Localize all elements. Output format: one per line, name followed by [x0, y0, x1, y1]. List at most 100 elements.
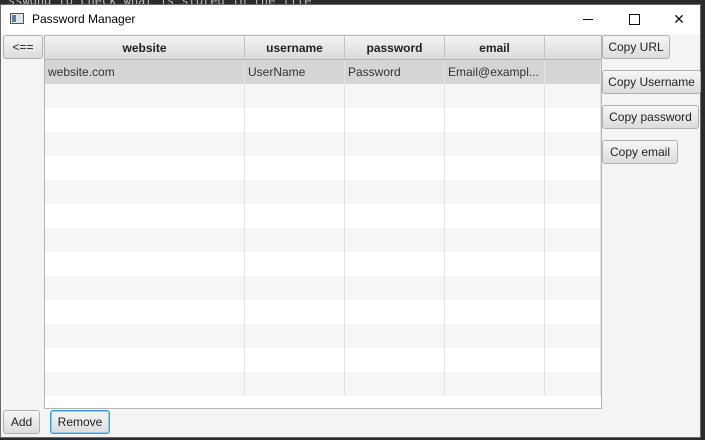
table-cell — [45, 156, 245, 180]
table-cell — [345, 348, 445, 372]
close-button[interactable]: ✕ — [656, 5, 702, 34]
table-row[interactable]: website.com UserName Password Email@exampl.… — [45, 60, 601, 84]
table-cell — [45, 84, 245, 108]
table-cell — [245, 156, 345, 180]
table-cell — [345, 372, 445, 396]
table-row[interactable] — [45, 108, 601, 132]
copy-username-button[interactable]: Copy Username — [602, 70, 701, 94]
table-cell — [245, 276, 345, 300]
table-cell — [345, 300, 445, 324]
table-cell — [545, 132, 601, 156]
table-row[interactable] — [45, 204, 601, 228]
table-cell — [245, 132, 345, 156]
table-cell — [545, 372, 601, 396]
table-cell — [345, 132, 445, 156]
back-button[interactable]: <== — [3, 35, 43, 59]
app-window-icon — [10, 13, 24, 24]
table-cell — [545, 180, 601, 204]
table-cell — [545, 324, 601, 348]
table-cell — [45, 372, 245, 396]
table-cell — [445, 372, 545, 396]
table-row[interactable] — [45, 228, 601, 252]
minimize-icon — [583, 19, 593, 20]
table-cell — [245, 204, 345, 228]
table-cell — [345, 180, 445, 204]
table-row[interactable] — [45, 84, 601, 108]
table-row[interactable] — [45, 132, 601, 156]
table-cell — [445, 180, 545, 204]
table-cell — [445, 156, 545, 180]
table-cell — [445, 228, 545, 252]
table-row[interactable] — [45, 300, 601, 324]
table-cell — [45, 276, 245, 300]
table-cell — [445, 84, 545, 108]
window-title: Password Manager — [32, 12, 136, 26]
credentials-table[interactable]: website username password email website.… — [44, 35, 602, 409]
add-button[interactable]: Add — [3, 410, 40, 434]
table-cell — [445, 204, 545, 228]
copy-url-button[interactable]: Copy URL — [602, 35, 670, 59]
column-header-filler — [545, 36, 601, 59]
column-header-username[interactable]: username — [245, 36, 345, 59]
table-cell: UserName — [245, 60, 345, 84]
table-cell — [445, 276, 545, 300]
table-cell — [445, 300, 545, 324]
table-cell — [445, 132, 545, 156]
table-cell — [245, 348, 345, 372]
table-cell — [45, 252, 245, 276]
table-cell — [545, 228, 601, 252]
table-row[interactable] — [45, 324, 601, 348]
table-cell — [345, 204, 445, 228]
table-cell — [45, 108, 245, 132]
maximize-icon — [628, 14, 640, 25]
table-cell — [245, 324, 345, 348]
password-manager-window: Password Manager ✕ <== website username … — [0, 4, 701, 438]
table-cell — [45, 300, 245, 324]
maximize-button[interactable] — [611, 5, 657, 34]
table-cell — [45, 132, 245, 156]
table-cell — [345, 276, 445, 300]
table-cell — [345, 156, 445, 180]
table-cell — [245, 252, 345, 276]
table-cell — [45, 324, 245, 348]
table-cell — [545, 348, 601, 372]
table-header: website username password email — [45, 36, 601, 60]
table-cell — [545, 60, 601, 84]
table-cell — [345, 228, 445, 252]
table-cell — [545, 276, 601, 300]
table-cell — [545, 204, 601, 228]
table-cell — [245, 108, 345, 132]
table-row[interactable] — [45, 180, 601, 204]
table-cell — [45, 348, 245, 372]
copy-email-button[interactable]: Copy email — [602, 140, 678, 164]
table-cell: website.com — [45, 60, 245, 84]
table-cell — [445, 324, 545, 348]
table-cell — [445, 252, 545, 276]
table-cell — [545, 156, 601, 180]
table-cell — [45, 180, 245, 204]
table-row[interactable] — [45, 276, 601, 300]
table-cell — [245, 84, 345, 108]
table-cell — [345, 108, 445, 132]
copy-password-button[interactable]: Copy password — [602, 105, 699, 129]
column-header-email[interactable]: email — [445, 36, 545, 59]
table-cell: Password — [345, 60, 445, 84]
table-cell — [545, 300, 601, 324]
close-icon: ✕ — [673, 11, 685, 27]
table-cell — [45, 228, 245, 252]
column-header-website[interactable]: website — [45, 36, 245, 59]
table-row[interactable] — [45, 252, 601, 276]
table-cell — [245, 228, 345, 252]
table-row[interactable] — [45, 372, 601, 396]
table-row[interactable] — [45, 156, 601, 180]
remove-button[interactable]: Remove — [50, 410, 110, 434]
minimize-button[interactable] — [565, 5, 611, 34]
table-cell — [445, 348, 545, 372]
table-cell — [245, 300, 345, 324]
table-cell — [345, 324, 445, 348]
title-bar[interactable]: Password Manager ✕ — [1, 5, 700, 34]
table-cell — [545, 252, 601, 276]
table-cell — [245, 372, 345, 396]
table-row[interactable] — [45, 348, 601, 372]
column-header-password[interactable]: password — [345, 36, 445, 59]
